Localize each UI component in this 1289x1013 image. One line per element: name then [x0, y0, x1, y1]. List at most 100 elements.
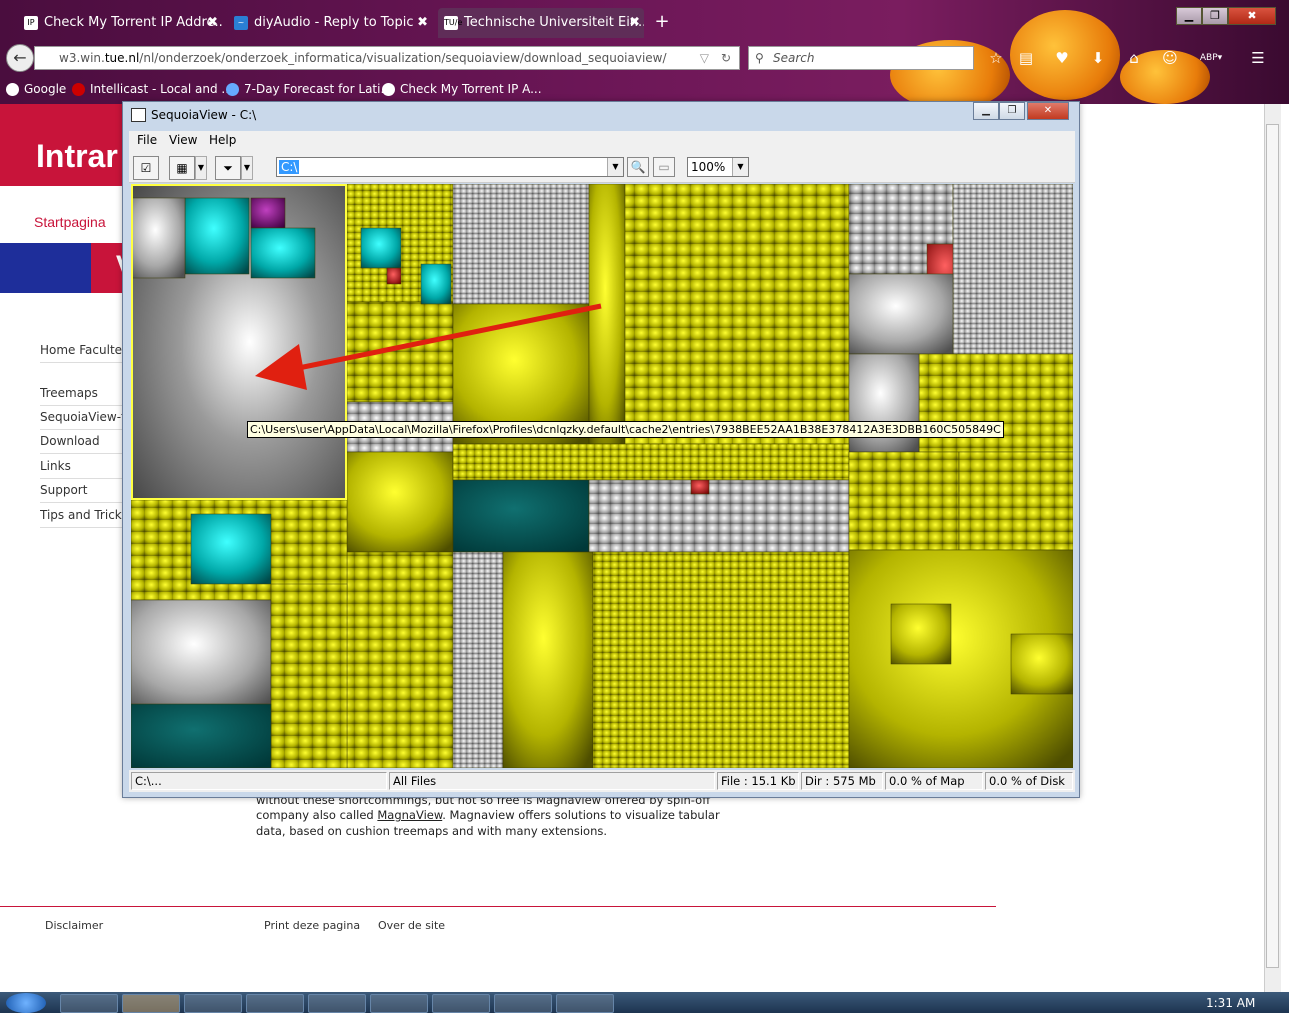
treemap-cell[interactable] — [420, 263, 452, 305]
browse-folder-icon[interactable]: 🔍 — [627, 157, 649, 177]
menu-file[interactable]: File — [137, 133, 157, 147]
treemap-cell[interactable] — [131, 599, 272, 711]
treemap-cell[interactable] — [360, 227, 402, 269]
bookmark-torrent-ip[interactable]: Check My Torrent IP A... — [382, 82, 542, 96]
restore-button[interactable]: ❐ — [1202, 7, 1228, 25]
chevron-down-icon[interactable]: ▼ — [732, 158, 748, 176]
download-icon[interactable]: ⬇ — [1088, 48, 1108, 68]
footer-about-link[interactable]: Over de site — [378, 919, 445, 932]
dropdown-icon[interactable]: ▽ — [700, 47, 709, 69]
treemap-cell[interactable] — [502, 551, 594, 768]
folder-icon[interactable]: ▭ — [653, 157, 675, 177]
sidebar-item-links[interactable]: Links — [40, 459, 130, 479]
treemap-cell[interactable] — [250, 197, 286, 229]
url-bar[interactable]: w3.win.tue.nl/nl/onderzoek/onderzoek_inf… — [34, 46, 740, 70]
treemap-cell[interactable] — [184, 197, 250, 275]
treemap-cell[interactable] — [190, 513, 272, 585]
close-tab-icon[interactable]: ✖ — [417, 8, 428, 38]
reload-icon[interactable]: ↻ — [721, 47, 731, 69]
bookmark-google[interactable]: Google — [6, 82, 66, 96]
treemap-cell[interactable] — [452, 443, 850, 481]
treemap-cell[interactable] — [592, 551, 850, 768]
taskbar-app[interactable] — [308, 994, 366, 1013]
treemap-cell[interactable] — [452, 551, 504, 768]
treemap-cell[interactable] — [1010, 633, 1073, 695]
treemap-cell[interactable] — [690, 479, 710, 495]
minimize-button[interactable]: ▁ — [1176, 7, 1202, 25]
start-button[interactable] — [6, 993, 46, 1013]
color-scheme-icon[interactable]: ▦ — [169, 156, 195, 180]
taskbar-app[interactable] — [246, 994, 304, 1013]
search-icon: ⚲ — [755, 51, 764, 65]
checklist-icon[interactable]: ☑ — [133, 156, 159, 180]
treemap-cell[interactable] — [270, 583, 348, 768]
chevron-down-icon[interactable]: ▼ — [195, 156, 207, 180]
zoom-dropdown[interactable]: 100% ▼ — [687, 157, 749, 177]
magnaview-link[interactable]: MagnaView — [377, 808, 442, 822]
menu-view[interactable]: View — [169, 133, 197, 147]
sidebar-item-support[interactable]: Support — [40, 483, 130, 503]
app-maximize-button[interactable]: ❐ — [999, 102, 1025, 120]
treemap-cell[interactable] — [452, 479, 590, 553]
taskbar-app[interactable] — [370, 994, 428, 1013]
treemap-cell[interactable] — [624, 184, 850, 445]
reading-list-icon[interactable]: ▤ — [1016, 48, 1036, 68]
adblock-icon[interactable]: ABP▾ — [1196, 48, 1226, 68]
pocket-icon[interactable]: ♥ — [1052, 48, 1072, 68]
chevron-down-icon[interactable]: ▼ — [241, 156, 253, 180]
treemap-cell[interactable] — [958, 451, 1073, 551]
treemap-cell[interactable] — [848, 451, 960, 551]
home-icon[interactable]: ⌂ — [1124, 48, 1144, 68]
menu-help[interactable]: Help — [209, 133, 236, 147]
taskbar-explorer[interactable] — [60, 994, 118, 1013]
treemap-cell[interactable] — [452, 184, 590, 305]
close-tab-icon[interactable]: ✖ — [629, 8, 640, 38]
treemap-cell[interactable] — [250, 227, 316, 279]
footer-disclaimer-link[interactable]: Disclaimer — [45, 919, 103, 932]
treemap-cell[interactable] — [386, 267, 402, 285]
breadcrumb-startpagina[interactable]: Startpagina — [34, 214, 106, 230]
sidebar-item-home-faculteit[interactable]: Home Faculteit — [40, 343, 130, 363]
close-tab-icon[interactable]: ✖ — [207, 8, 218, 38]
bookmark-forecast[interactable]: 7-Day Forecast for Lati... — [226, 82, 392, 96]
treemap-cells[interactable] — [131, 184, 1073, 768]
filter-icon[interactable]: ⏷ — [215, 156, 241, 180]
treemap-cell[interactable] — [588, 479, 850, 553]
treemap-cell[interactable] — [890, 603, 952, 665]
treemap-cell[interactable] — [952, 184, 1073, 355]
path-dropdown[interactable]: C:\ ▼ — [276, 157, 624, 177]
scrollbar-thumb[interactable] — [1266, 124, 1279, 968]
sidebar-item-tips[interactable]: Tips and Tricks — [40, 508, 130, 528]
bookmark-intellicast[interactable]: Intellicast - Local and ... — [72, 82, 233, 96]
search-input[interactable]: ⚲ Search — [748, 46, 974, 70]
chevron-down-icon[interactable]: ▼ — [607, 158, 623, 176]
footer-print-link[interactable]: Print deze pagina — [264, 919, 360, 932]
treemap-cell[interactable] — [346, 451, 454, 553]
menu-icon[interactable]: ☰ — [1248, 48, 1268, 68]
new-tab-button[interactable]: + — [652, 12, 672, 32]
emoji-icon[interactable]: ☺ — [1160, 48, 1180, 68]
tab-diyaudio[interactable]: ~ diyAudio - Reply to Topic ✖ — [228, 8, 432, 38]
taskbar-app[interactable] — [556, 994, 614, 1013]
tab-technische-universiteit[interactable]: TU/e Technische Universiteit Ein... ✖ — [438, 8, 644, 38]
star-icon[interactable]: ☆ — [986, 48, 1006, 68]
back-button[interactable]: ← — [6, 44, 34, 72]
treemap-cell[interactable] — [588, 184, 626, 445]
sidebar-item-sequoiaview[interactable]: SequoiaView-t — [40, 410, 130, 430]
tab-check-my-torrent[interactable]: IP Check My Torrent IP Addre... ✖ — [18, 8, 222, 38]
taskbar-app[interactable] — [184, 994, 242, 1013]
treemap-cell[interactable] — [346, 551, 458, 768]
treemap-cell[interactable] — [131, 703, 272, 768]
app-close-button[interactable]: ✕ — [1027, 102, 1069, 120]
close-button[interactable]: ✖ — [1228, 7, 1276, 25]
sidebar-item-download[interactable]: Download — [40, 434, 130, 454]
treemap-cell[interactable] — [346, 301, 454, 403]
app-minimize-button[interactable]: ▁ — [973, 102, 999, 120]
taskbar-firefox[interactable] — [122, 994, 180, 1013]
taskbar-app[interactable] — [432, 994, 490, 1013]
taskbar-sequoiaview[interactable] — [494, 994, 552, 1013]
treemap-cell[interactable] — [848, 273, 954, 355]
sidebar-item-treemaps[interactable]: Treemaps — [40, 386, 130, 406]
treemap-view[interactable] — [131, 184, 1073, 768]
treemap-cell[interactable] — [131, 197, 186, 279]
